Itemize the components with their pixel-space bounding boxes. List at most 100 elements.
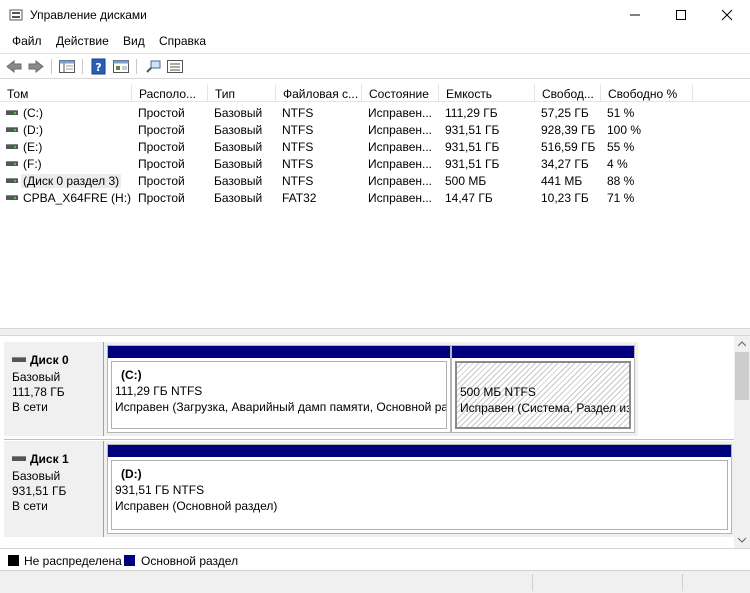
maximize-icon <box>676 10 686 20</box>
cell-layout: Простой <box>138 191 185 205</box>
disk-1-status: В сети <box>12 499 48 513</box>
table-row[interactable]: CPBA_X64FRE (H:) Простой Базовый FAT32 И… <box>0 189 750 206</box>
column-header-volume[interactable]: Том <box>0 84 132 102</box>
drive-icon <box>6 195 18 200</box>
pane-splitter[interactable] <box>0 328 750 336</box>
disk-0-status: В сети <box>12 400 48 414</box>
column-header-free-percent[interactable]: Свободно % <box>601 84 693 102</box>
cell-capacity: 500 МБ <box>445 174 487 188</box>
drive-icon <box>6 127 18 132</box>
partition-body: 500 МБ NTFS Исправен (Система, Раздел из… <box>455 361 631 429</box>
cell-filesystem: NTFS <box>282 174 314 188</box>
cell-type: Базовый <box>214 174 263 188</box>
vertical-scrollbar[interactable] <box>734 336 750 548</box>
partition-status: Исправен (Система, Раздел изо <box>460 401 631 415</box>
table-row[interactable]: (Диск 0 раздел 3) Простой Базовый NTFS И… <box>0 172 750 189</box>
disk-1-size: 931,51 ГБ <box>12 484 67 498</box>
chevron-up-icon <box>738 341 746 347</box>
partition-bar <box>108 445 731 457</box>
scrollbar-thumb[interactable] <box>735 352 749 400</box>
properties-icon <box>113 60 129 73</box>
status-bar-divider <box>532 574 533 591</box>
back-arrow-icon <box>6 59 22 74</box>
console-tree-button[interactable] <box>58 58 76 75</box>
column-header-free[interactable]: Свобод... <box>535 84 601 102</box>
cell-type: Базовый <box>214 106 263 120</box>
cell-free: 10,23 ГБ <box>541 191 589 205</box>
drive-icon <box>6 161 18 166</box>
table-row[interactable]: (E:) Простой Базовый NTFS Исправен... 93… <box>0 138 750 155</box>
cell-volume: (Диск 0 раздел 3) <box>21 174 122 188</box>
cell-free-percent: 88 % <box>607 174 635 188</box>
table-row[interactable]: (D:) Простой Базовый NTFS Исправен... 93… <box>0 121 750 138</box>
disk-management-icon <box>9 9 23 21</box>
cell-volume: (C:) <box>23 106 43 120</box>
disk-1-label[interactable]: Диск 1 Базовый 931,51 ГБ В сети <box>4 441 104 537</box>
table-row[interactable]: (F:) Простой Базовый NTFS Исправен... 93… <box>0 155 750 172</box>
column-header-capacity[interactable]: Емкость <box>439 84 535 102</box>
menu-file[interactable]: Файл <box>12 34 42 48</box>
partition-c[interactable]: (C:) 111,29 ГБ NTFS Исправен (Загрузка, … <box>107 345 451 433</box>
partition-size: 500 МБ NTFS <box>460 385 536 399</box>
column-header-type[interactable]: Тип <box>208 84 276 102</box>
disk-0-size: 111,78 ГБ <box>12 385 65 399</box>
close-button[interactable] <box>704 0 750 30</box>
column-header-status[interactable]: Состояние <box>362 84 439 102</box>
cell-capacity: 931,51 ГБ <box>445 123 500 137</box>
disk-icon <box>12 357 26 362</box>
forward-button[interactable] <box>27 58 45 75</box>
drive-icon <box>6 178 18 183</box>
legend-label-primary: Основной раздел <box>141 554 239 568</box>
connect-button[interactable] <box>144 58 162 75</box>
menu-action[interactable]: Действие <box>56 34 109 48</box>
volume-list-header: Том Располо... Тип Файловая с... Состоян… <box>0 84 750 102</box>
scroll-up-button[interactable] <box>734 336 750 352</box>
cell-free: 34,27 ГБ <box>541 157 589 171</box>
minimize-button[interactable] <box>612 0 658 30</box>
legend-label-unallocated: Не распределена <box>24 554 122 568</box>
toolbar-separator <box>51 59 52 74</box>
cell-capacity: 931,51 ГБ <box>445 157 500 171</box>
menu-bar: Файл Действие Вид Справка <box>0 30 750 52</box>
disk-0-type: Базовый <box>12 370 61 384</box>
cell-free-percent: 71 % <box>607 191 635 205</box>
back-button[interactable] <box>5 58 23 75</box>
cell-filesystem: NTFS <box>282 123 314 137</box>
cell-free-percent: 100 % <box>607 123 642 137</box>
status-bar <box>0 570 750 593</box>
minimize-icon <box>630 14 640 16</box>
disk-0-name: Диск 0 <box>12 353 69 367</box>
cell-volume: CPBA_X64FRE (H:) <box>23 191 132 205</box>
column-header-layout[interactable]: Располо... <box>132 84 208 102</box>
status-bar-divider <box>682 574 683 591</box>
view-icon <box>167 60 183 73</box>
window-title: Управление дисками <box>30 8 147 22</box>
partition-system[interactable]: 500 МБ NTFS Исправен (Система, Раздел из… <box>451 345 635 433</box>
volume-list[interactable]: Том Располо... Тип Файловая с... Состоян… <box>0 84 750 326</box>
cell-filesystem: FAT32 <box>282 191 317 205</box>
partition-d[interactable]: (D:) 931,51 ГБ NTFS Исправен (Основной р… <box>107 444 732 534</box>
maximize-button[interactable] <box>658 0 704 30</box>
cell-type: Базовый <box>214 123 263 137</box>
disk-0-label[interactable]: Диск 0 Базовый 111,78 ГБ В сети <box>4 342 104 436</box>
cell-layout: Простой <box>138 106 185 120</box>
cell-type: Базовый <box>214 140 263 154</box>
close-icon <box>721 9 733 21</box>
partition-body: (D:) 931,51 ГБ NTFS Исправен (Основной р… <box>111 460 728 530</box>
partition-status: Исправен (Загрузка, Аварийный дамп памят… <box>115 400 447 414</box>
help-button[interactable]: ? <box>90 58 108 75</box>
table-row[interactable]: (C:) Простой Базовый NTFS Исправен... 11… <box>0 104 750 121</box>
legend-swatch-unallocated <box>8 555 19 566</box>
partition-label: (D:) <box>121 467 142 481</box>
menu-view[interactable]: Вид <box>123 34 145 48</box>
scroll-down-button[interactable] <box>734 532 750 548</box>
cell-layout: Простой <box>138 157 185 171</box>
view-button[interactable] <box>166 58 184 75</box>
partition-status: Исправен (Основной раздел) <box>115 499 278 513</box>
cell-free-percent: 51 % <box>607 106 635 120</box>
menu-help[interactable]: Справка <box>159 34 206 48</box>
column-header-filesystem[interactable]: Файловая с... <box>276 84 362 102</box>
cell-capacity: 111,29 ГБ <box>445 106 498 120</box>
cell-capacity: 931,51 ГБ <box>445 140 500 154</box>
properties-button[interactable] <box>112 58 130 75</box>
